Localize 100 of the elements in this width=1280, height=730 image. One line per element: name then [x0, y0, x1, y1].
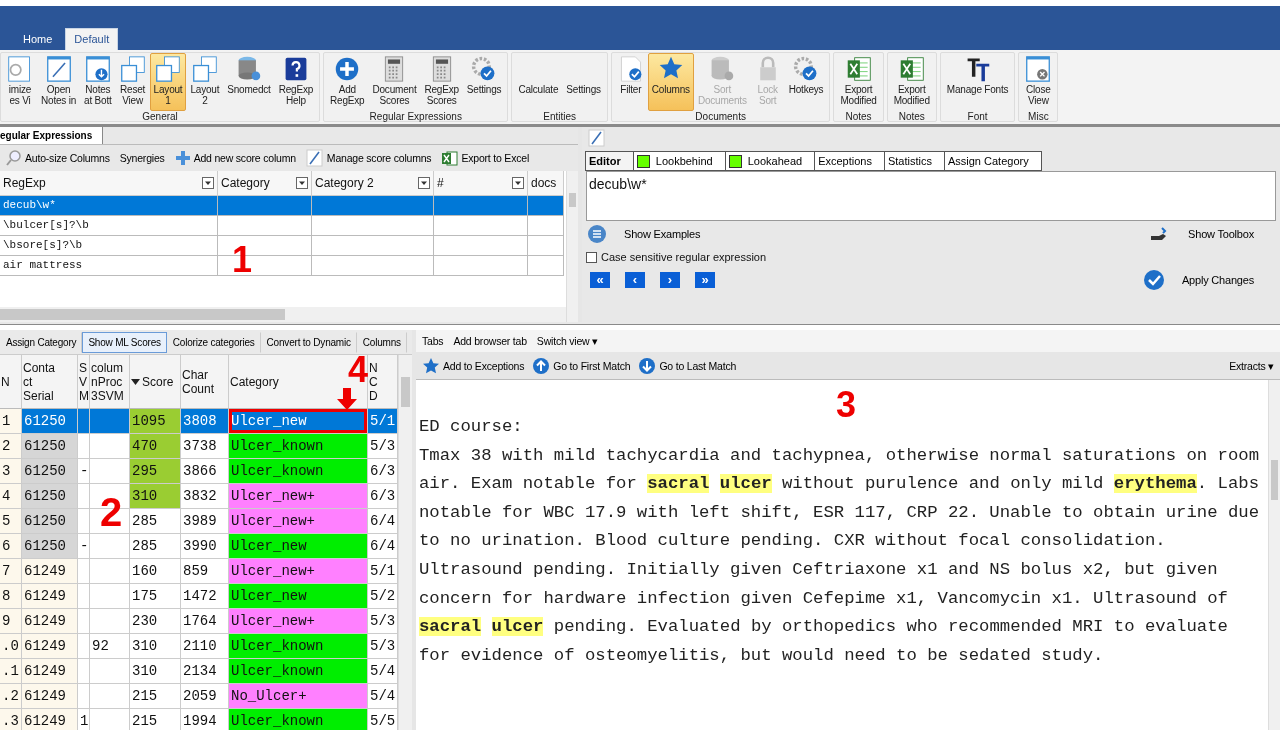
svm-cell	[78, 584, 90, 609]
regex-cell[interactable]: air mattress	[0, 256, 218, 276]
dropdown-icon[interactable]	[202, 177, 214, 189]
toolbar-button[interactable]: Show ML Scores	[82, 331, 167, 353]
column-header[interactable]: S V M	[78, 355, 90, 409]
ribbon-button[interactable]: Layout 1	[149, 53, 187, 111]
sort-icon	[131, 378, 140, 385]
toolbar-button[interactable]: Manage score columns	[303, 148, 434, 168]
ribbon-tab[interactable]: Home	[14, 28, 62, 50]
date-cell: 5/1	[368, 559, 398, 584]
toolbar-button[interactable]: Colorize categories	[166, 331, 261, 353]
vertical-scrollbar[interactable]	[1268, 380, 1280, 730]
ribbon-button[interactable]: Snomedct	[223, 53, 275, 111]
group-label: Misc	[1027, 111, 1050, 122]
date-cell: 5/4	[368, 659, 398, 684]
date-cell: 5/3	[368, 634, 398, 659]
editor-tab[interactable]: Statistics	[883, 151, 945, 171]
column-header[interactable]: Char Count	[181, 355, 229, 409]
char-count-cell: 1994	[181, 709, 229, 730]
editor-tab[interactable]: Lookbehind	[632, 151, 726, 171]
toolbar-button[interactable]: Auto-size Columns	[4, 149, 112, 167]
ribbon-button[interactable]: Settings	[462, 53, 506, 111]
menu-item[interactable]: Switch view ▾	[534, 334, 601, 348]
column-header[interactable]: colum nProc 3SVM	[90, 355, 130, 409]
toolbar-button[interactable]: Export to Excel	[439, 148, 532, 168]
serial-cell: 61249	[22, 559, 78, 584]
ribbon-tab[interactable]: Default	[65, 28, 119, 50]
ribbon-button[interactable]: Settings	[562, 53, 605, 111]
editor-tab[interactable]: Editor	[585, 151, 634, 171]
char-count-cell: 3989	[181, 509, 229, 534]
horizontal-scrollbar[interactable]	[0, 307, 566, 322]
regex-cell[interactable]: \bulcer[s]?\b	[0, 216, 218, 236]
proc-cell	[90, 459, 130, 484]
column-header[interactable]: N C D	[368, 355, 398, 409]
panel-tab[interactable]: egular Expressions	[0, 127, 104, 144]
ribbon-button[interactable]: Export Modified	[836, 53, 881, 111]
ribbon-button[interactable]: Export Modified	[889, 53, 934, 111]
ribbon-button[interactable]: Open Notes in	[37, 53, 81, 111]
dropdown-icon[interactable]	[296, 177, 308, 189]
ribbon-button[interactable]: RegExp Help	[274, 53, 318, 111]
vertical-scrollbar[interactable]	[566, 171, 578, 322]
proc-cell: 92	[90, 634, 130, 659]
dropdown-icon[interactable]	[418, 177, 430, 189]
ribbon-button[interactable]: Calculate	[514, 53, 563, 111]
toolbar-button[interactable]: Go to Last Match	[636, 355, 739, 376]
ribbon-button[interactable]: Hotkeys	[784, 53, 828, 111]
annotation-number: 4	[348, 355, 369, 386]
char-count-cell: 3738	[181, 434, 229, 459]
ribbon-button[interactable]: Notes at Bott	[80, 53, 116, 111]
navigation-button[interactable]: «	[590, 272, 610, 288]
group-label: Regular Expressions	[368, 111, 463, 122]
column-header[interactable]: docs	[528, 171, 564, 196]
regex-cell[interactable]: decub\w*	[0, 196, 218, 216]
apply-changes-button[interactable]: Apply Changes	[1144, 270, 1254, 290]
regex-input-field[interactable]: decub\w*	[586, 171, 1276, 221]
column-header[interactable]: #	[434, 171, 528, 196]
category-cell: Ulcer_known	[229, 459, 368, 484]
ribbon-button[interactable]: Add RegExp	[326, 53, 369, 111]
svm-cell	[78, 609, 90, 634]
proc-cell	[90, 409, 130, 434]
ribbon-button[interactable]: Document Scores	[368, 53, 421, 111]
column-header[interactable]: RegExp	[0, 171, 218, 196]
vertical-scrollbar[interactable]	[398, 355, 412, 730]
editor-tab[interactable]: Exceptions	[814, 151, 885, 171]
row-number-cell: .1	[0, 659, 22, 684]
toolbar-button[interactable]: Add new score column	[172, 149, 298, 167]
ribbon-button[interactable]: imize es Vi	[3, 53, 37, 111]
ribbon-button[interactable]: Columns	[647, 53, 694, 111]
show-toolbox-button[interactable]: Show Toolbox	[1150, 226, 1254, 242]
ribbon-button[interactable]: Manage Fonts	[942, 53, 1013, 111]
navigation-button[interactable]: ›	[660, 272, 680, 288]
ribbon-button[interactable]: Layout 2	[186, 53, 224, 111]
checkbox[interactable]	[586, 251, 597, 263]
editor-tab[interactable]: Lookahead	[724, 151, 816, 171]
show-examples-button[interactable]: Show Examples	[588, 225, 701, 243]
toolbar-button[interactable]: Go to First Match	[530, 355, 633, 376]
ribbon-button[interactable]: Close View	[1021, 53, 1056, 111]
navigation-button[interactable]: »	[695, 272, 715, 288]
toolbar-button[interactable]: Add to Exceptions	[420, 355, 527, 376]
column-header[interactable]: Category	[218, 171, 312, 196]
windows-icon	[191, 55, 218, 83]
date-cell: 5/3	[368, 609, 398, 634]
column-header[interactable]: N	[0, 355, 22, 409]
column-header[interactable]: Conta ct Serial	[22, 355, 78, 409]
menu-item[interactable]: Tabs	[420, 334, 446, 348]
regex-cell[interactable]: \bsore[s]?\b	[0, 236, 218, 256]
ribbon-button[interactable]: Filter	[613, 53, 648, 111]
column-header[interactable]: Score	[130, 355, 181, 409]
navigation-button[interactable]: ‹	[625, 272, 645, 288]
column-header[interactable]: Category 2	[312, 171, 434, 196]
toolbar-button[interactable]: Convert to Dynamic	[260, 331, 357, 353]
toolbar-button[interactable]: Synergies	[117, 151, 167, 165]
ribbon-button[interactable]: RegExp Scores	[420, 53, 463, 111]
ribbon-button[interactable]: Reset View	[115, 53, 150, 111]
extracts-menu[interactable]: Extracts ▾	[1227, 358, 1276, 373]
toolbar-button[interactable]: Columns	[356, 331, 407, 353]
menu-item[interactable]: Add browser tab	[451, 334, 529, 348]
editor-tab[interactable]: Assign Category	[943, 151, 1042, 171]
dropdown-icon[interactable]	[512, 177, 524, 189]
row-number-cell: 4	[0, 484, 22, 509]
